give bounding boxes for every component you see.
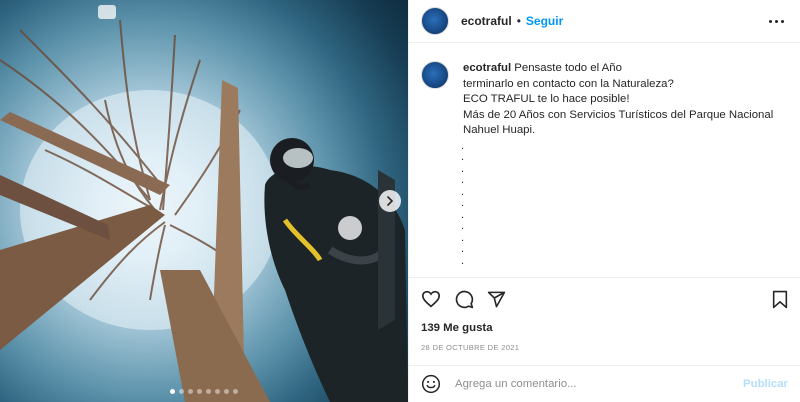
- carousel-dot: [170, 389, 175, 394]
- comment-icon: [455, 290, 474, 309]
- carousel-next-button[interactable]: [379, 190, 401, 212]
- actions-area: 139 Me gusta 28 DE OCTUBRE DE 2021: [409, 277, 800, 352]
- post-media[interactable]: [0, 0, 408, 402]
- media-overlay-tag: [98, 5, 116, 19]
- carousel-dot: [215, 389, 220, 394]
- underwater-photo: [0, 19, 408, 402]
- author-username[interactable]: ecotraful: [461, 14, 512, 28]
- comment-input[interactable]: [453, 377, 744, 391]
- carousel-dot: [197, 389, 202, 394]
- instagram-post: ecotraful • Seguir ecotraful Pensaste to…: [0, 0, 800, 402]
- more-horizontal-icon: [769, 19, 772, 23]
- caption-dots: . . . . . . . . . . .: [461, 139, 465, 267]
- header-separator: •: [516, 14, 521, 28]
- share-button[interactable]: [487, 290, 506, 309]
- bookmark-icon: [772, 290, 788, 308]
- caption: ecotraful Pensaste todo el Año terminarl…: [409, 43, 800, 139]
- carousel-dot: [206, 389, 211, 394]
- heart-icon: [421, 290, 441, 308]
- carousel-dot: [224, 389, 229, 394]
- chevron-right-icon: [387, 196, 394, 206]
- more-horizontal-icon: [775, 19, 778, 23]
- post-date[interactable]: 28 DE OCTUBRE DE 2021: [409, 343, 800, 352]
- more-horizontal-icon: [781, 19, 784, 23]
- author-avatar[interactable]: [421, 7, 449, 35]
- save-button[interactable]: [772, 290, 788, 309]
- follow-button[interactable]: Seguir: [526, 14, 563, 28]
- carousel-dot: [233, 389, 238, 394]
- emoji-button[interactable]: [421, 374, 441, 394]
- publish-button[interactable]: Publicar: [743, 378, 788, 390]
- caption-author-username[interactable]: ecotraful: [463, 62, 511, 74]
- post-header: ecotraful • Seguir: [409, 0, 800, 43]
- carousel-dot: [179, 389, 184, 394]
- smiley-icon: [421, 374, 441, 394]
- post-side-panel: ecotraful • Seguir ecotraful Pensaste to…: [409, 0, 800, 402]
- more-options-button[interactable]: [765, 16, 788, 27]
- share-icon: [487, 291, 506, 307]
- action-bar: [409, 278, 800, 310]
- caption-text: ecotraful Pensaste todo el Año terminarl…: [463, 61, 788, 139]
- comments-section[interactable]: ecotraful Pensaste todo el Año terminarl…: [409, 43, 800, 277]
- like-count[interactable]: 139 Me gusta: [409, 322, 800, 334]
- caption-author-avatar[interactable]: [421, 61, 449, 89]
- add-comment-bar: Publicar: [409, 365, 800, 402]
- carousel-indicator: [0, 389, 408, 394]
- diver: [264, 138, 408, 402]
- carousel-dot: [188, 389, 193, 394]
- like-button[interactable]: [421, 290, 441, 308]
- comment-button[interactable]: [454, 289, 474, 309]
